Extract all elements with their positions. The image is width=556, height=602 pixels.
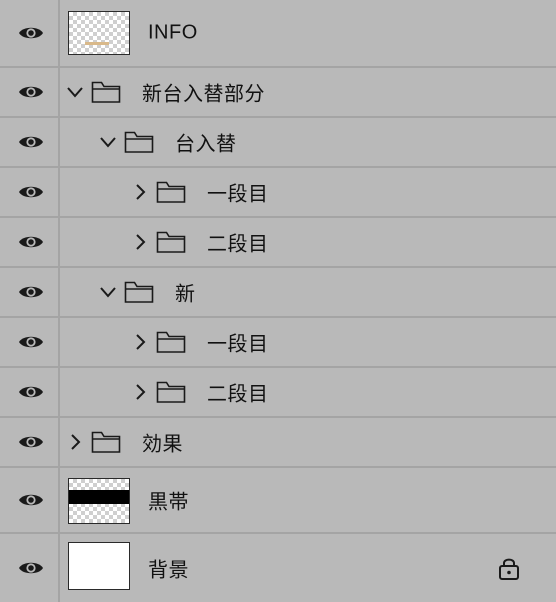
eye-icon[interactable] (18, 233, 44, 251)
folder-icon (156, 231, 186, 253)
chevron-right-icon[interactable] (131, 183, 149, 201)
visibility-column (0, 418, 60, 466)
lock-icon[interactable] (498, 556, 520, 580)
eye-icon[interactable] (18, 83, 44, 101)
visibility-column (0, 0, 60, 66)
eye-icon[interactable] (18, 433, 44, 451)
layer-row-info[interactable]: INFO (0, 0, 556, 68)
eye-icon[interactable] (18, 283, 44, 301)
chevron-down-icon[interactable] (99, 283, 117, 301)
chevron-right-icon[interactable] (131, 383, 149, 401)
layer-row-group[interactable]: 二段目 (0, 368, 556, 418)
layer-name[interactable]: 効果 (142, 428, 183, 457)
layer-name[interactable]: 新 (175, 278, 196, 307)
thumbnail-text-preview (85, 42, 109, 45)
layer-name[interactable]: 背景 (148, 554, 189, 583)
layer-row-group[interactable]: 新台入替部分 (0, 68, 556, 118)
visibility-column (0, 534, 60, 602)
layer-thumbnail[interactable] (68, 542, 130, 590)
layer-name[interactable]: 一段目 (207, 178, 269, 207)
visibility-column (0, 68, 60, 116)
layer-row-group[interactable]: 台入替 (0, 118, 556, 168)
visibility-column (0, 468, 60, 532)
layer-row-background[interactable]: 背景 (0, 534, 556, 602)
layer-thumbnail[interactable] (68, 478, 130, 524)
layer-name[interactable]: 台入替 (175, 128, 237, 157)
folder-icon (91, 431, 121, 453)
layers-panel: INFO 新台入替部分 台入替 一段目 二段目 新 一段目 二段目 効果 黒帯 … (0, 0, 556, 602)
visibility-column (0, 118, 60, 166)
layer-row-group[interactable]: 一段目 (0, 318, 556, 368)
folder-icon (156, 181, 186, 203)
layer-name[interactable]: 黒帯 (148, 486, 189, 515)
layer-row-group[interactable]: 効果 (0, 418, 556, 468)
visibility-column (0, 168, 60, 216)
folder-icon (124, 281, 154, 303)
layer-row-group[interactable]: 新 (0, 268, 556, 318)
layer-row-pixel[interactable]: 黒帯 (0, 468, 556, 534)
chevron-down-icon[interactable] (66, 83, 84, 101)
visibility-column (0, 368, 60, 416)
layer-row-group[interactable]: 一段目 (0, 168, 556, 218)
eye-icon[interactable] (18, 491, 44, 509)
chevron-down-icon[interactable] (99, 133, 117, 151)
chevron-right-icon[interactable] (131, 333, 149, 351)
layer-name[interactable]: INFO (148, 22, 198, 45)
layer-name[interactable]: 二段目 (207, 378, 269, 407)
visibility-column (0, 318, 60, 366)
layer-thumbnail[interactable] (68, 11, 130, 55)
layer-row-group[interactable]: 二段目 (0, 218, 556, 268)
layer-name[interactable]: 一段目 (207, 328, 269, 357)
eye-icon[interactable] (18, 24, 44, 42)
folder-icon (91, 81, 121, 103)
folder-icon (156, 381, 186, 403)
folder-icon (124, 131, 154, 153)
folder-icon (156, 331, 186, 353)
eye-icon[interactable] (18, 559, 44, 577)
visibility-column (0, 268, 60, 316)
thumbnail-black-band (69, 490, 129, 504)
layer-name[interactable]: 二段目 (207, 228, 269, 257)
chevron-right-icon[interactable] (131, 233, 149, 251)
chevron-right-icon[interactable] (66, 433, 84, 451)
eye-icon[interactable] (18, 333, 44, 351)
visibility-column (0, 218, 60, 266)
eye-icon[interactable] (18, 383, 44, 401)
eye-icon[interactable] (18, 183, 44, 201)
layer-name[interactable]: 新台入替部分 (142, 78, 265, 107)
eye-icon[interactable] (18, 133, 44, 151)
